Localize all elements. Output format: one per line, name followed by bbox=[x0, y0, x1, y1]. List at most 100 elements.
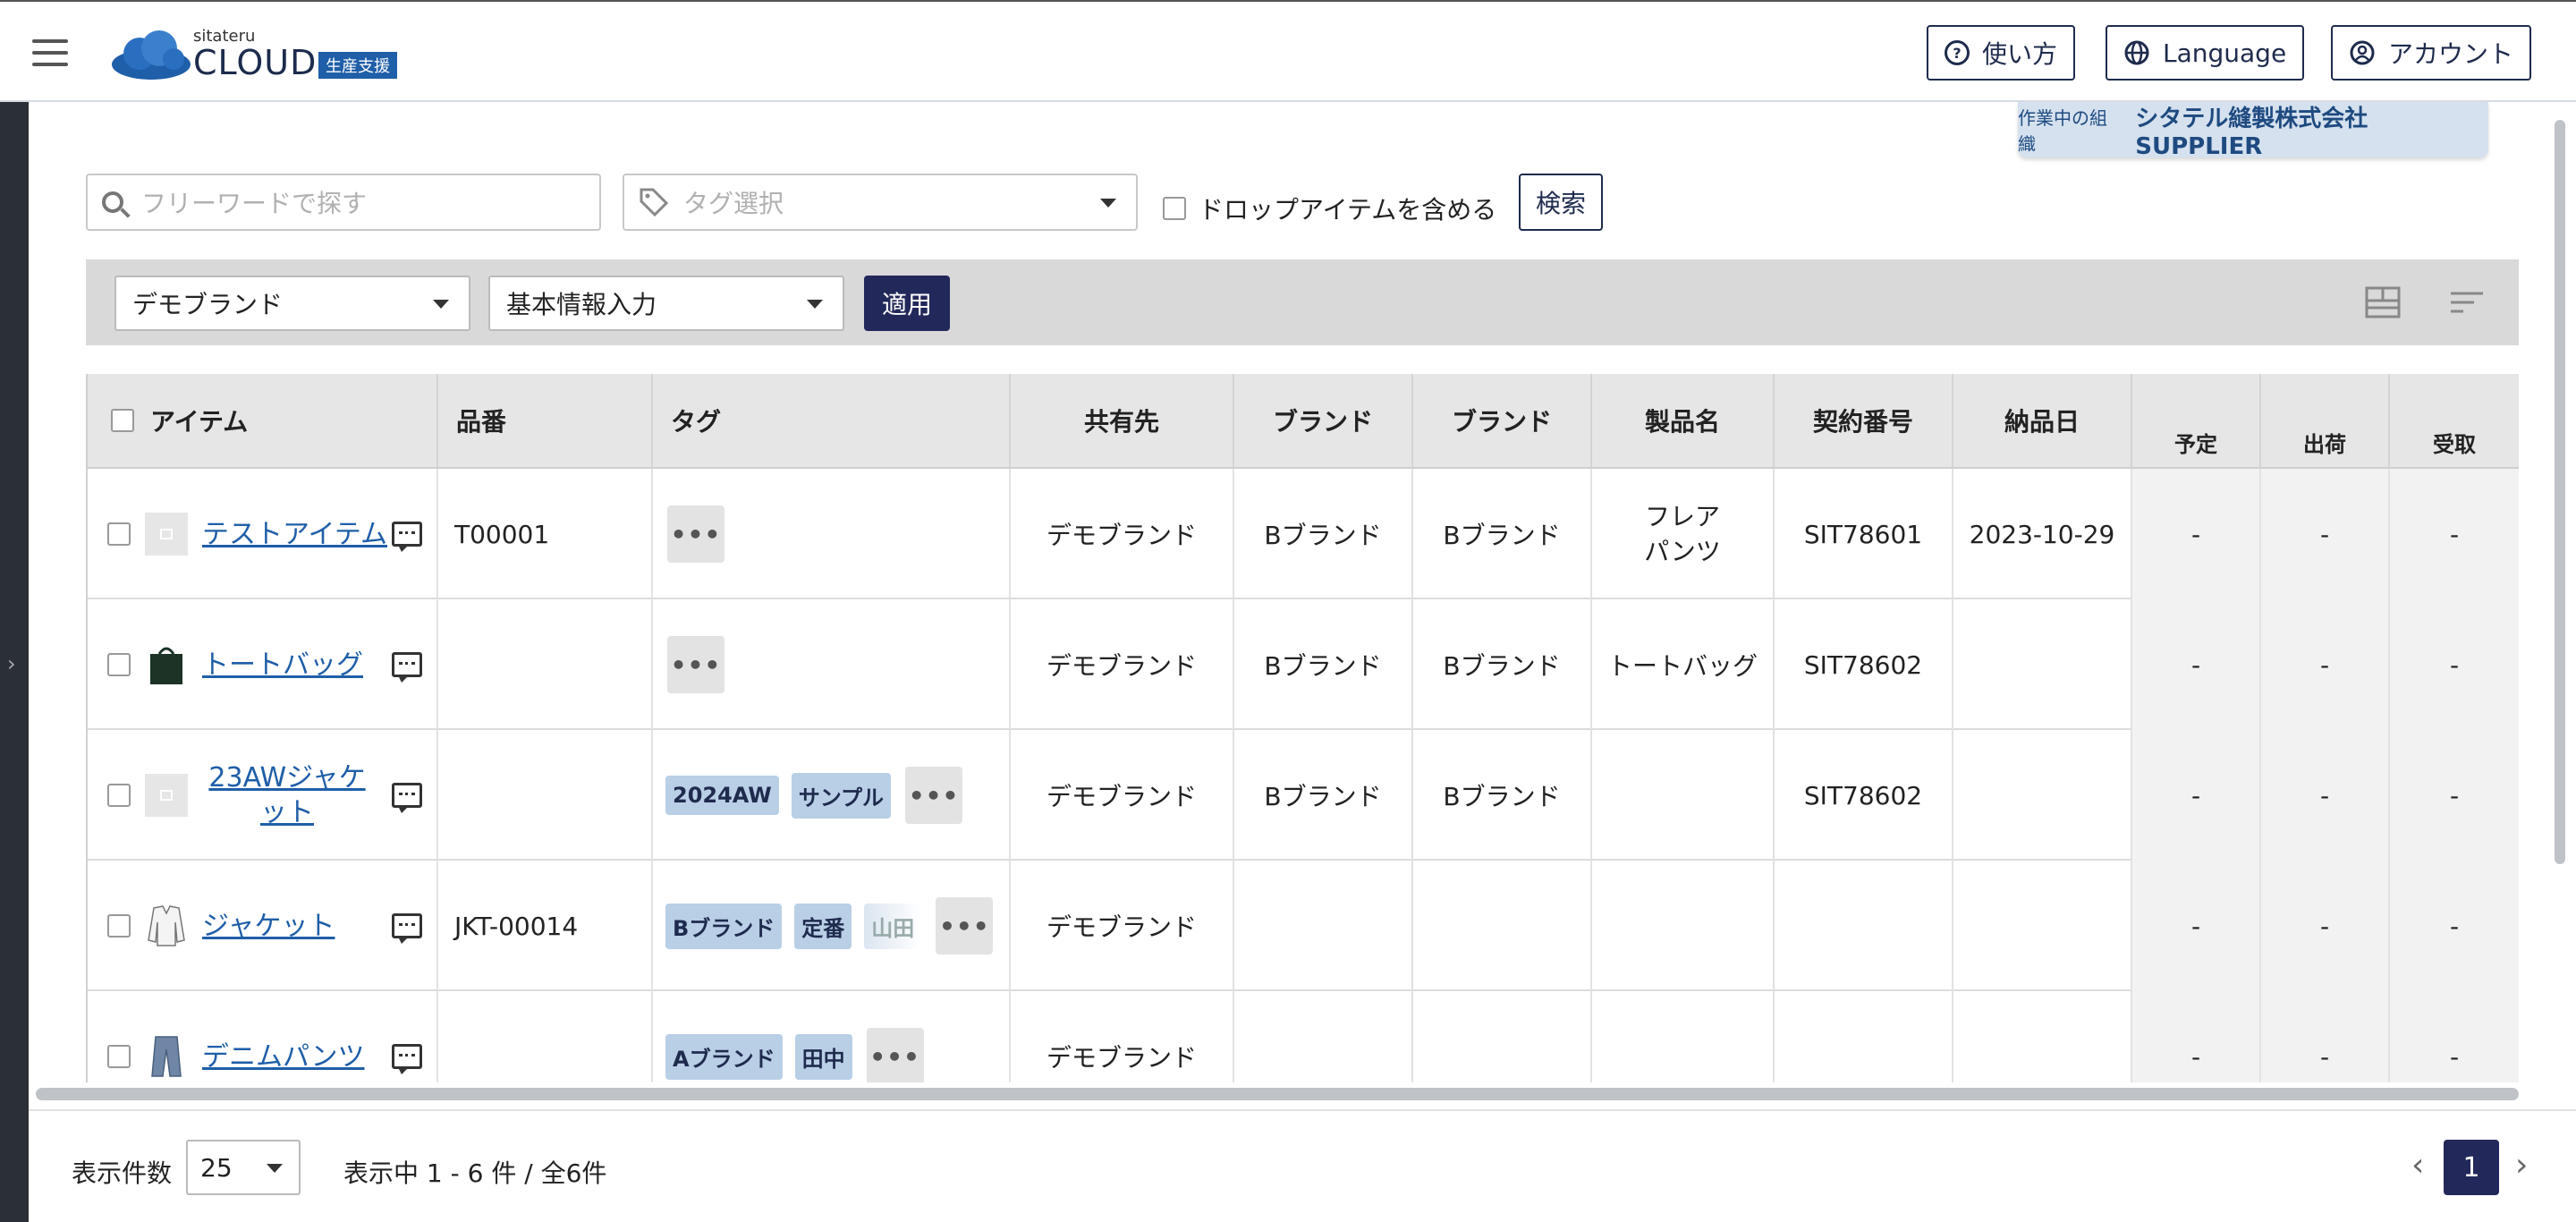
menu-icon[interactable] bbox=[32, 39, 68, 66]
shared-cell: デモブランド bbox=[1011, 991, 1234, 1082]
column-header-contract-no[interactable]: 契約番号 bbox=[1775, 374, 1953, 469]
help-button[interactable]: ? 使い方 bbox=[1927, 25, 2076, 81]
item-link[interactable]: ジャケット bbox=[202, 909, 335, 944]
more-tags-button[interactable]: ••• bbox=[667, 636, 724, 693]
column-header-shared[interactable]: 共有先 bbox=[1011, 374, 1234, 469]
tag-chip[interactable]: 山田 bbox=[864, 903, 922, 949]
row-checkbox[interactable] bbox=[107, 522, 131, 546]
tag-chip[interactable]: 2024AW bbox=[665, 776, 779, 815]
pagination-footer: 表示件数 25 表示中 1 - 6 件 / 全6件 ‹ 1 › bbox=[29, 1109, 2576, 1222]
vertical-scrollbar[interactable] bbox=[2555, 120, 2565, 864]
checkbox[interactable] bbox=[1163, 197, 1186, 220]
contract-no-cell: SIT78601 bbox=[1775, 469, 1953, 599]
chevron-down-icon bbox=[267, 1164, 283, 1173]
item-link[interactable]: デニムパンツ bbox=[202, 1040, 365, 1074]
page-size-value: 25 bbox=[200, 1152, 233, 1183]
column-header-part-no[interactable]: 品番 bbox=[438, 374, 653, 469]
tag-select[interactable]: タグ選択 bbox=[623, 174, 1138, 231]
delivery-date-cell bbox=[1953, 599, 2132, 730]
column-header-delivery-date[interactable]: 納品日 bbox=[1953, 374, 2132, 469]
page-button-current[interactable]: 1 bbox=[2444, 1140, 2499, 1195]
org-label: 作業中の組織 bbox=[2018, 107, 2107, 155]
account-button[interactable]: アカウント bbox=[2331, 25, 2532, 81]
tag-chip[interactable]: Aブランド bbox=[665, 1033, 783, 1080]
contract-no-cell bbox=[1775, 861, 1953, 991]
org-badge: 作業中の組織 シタテル縫製株式会社 SUPPLIER bbox=[2018, 102, 2488, 160]
tag-chip[interactable]: Bブランド bbox=[665, 903, 783, 949]
result-range: 表示中 1 - 6 件 / 全6件 bbox=[343, 1158, 607, 1188]
product-name-cell bbox=[1592, 730, 1775, 861]
side-drawer-handle[interactable]: › bbox=[0, 102, 29, 1222]
comment-icon[interactable] bbox=[392, 1044, 422, 1074]
planned-cell: - bbox=[2132, 861, 2261, 991]
logo[interactable]: sitateru CLOUD 生産支援 bbox=[111, 25, 415, 82]
column-header-shipping[interactable]: 出荷 bbox=[2261, 374, 2390, 469]
brand-cell: Bブランド bbox=[1234, 599, 1413, 730]
column-header-receiving[interactable]: 受取 bbox=[2390, 374, 2519, 469]
prev-page-icon[interactable]: ‹ bbox=[2411, 1147, 2424, 1184]
part-no-cell bbox=[438, 599, 653, 730]
chevron-down-icon bbox=[807, 300, 823, 309]
contract-no-cell: SIT78602 bbox=[1775, 730, 1953, 861]
more-tags-button[interactable]: ••• bbox=[866, 1028, 924, 1082]
select-all-checkbox[interactable] bbox=[111, 409, 134, 432]
receiving-cell: - bbox=[2390, 599, 2519, 730]
planned-cell: - bbox=[2132, 599, 2261, 730]
filter-bar: デモブランド 基本情報入力 適用 bbox=[86, 259, 2519, 345]
part-no-cell: JKT-00014 bbox=[438, 861, 653, 991]
include-drop-label: ドロップアイテムを含める bbox=[1199, 195, 1497, 225]
column-header-planned[interactable]: 予定 bbox=[2132, 374, 2261, 469]
brand-cell: Bブランド bbox=[1413, 599, 1592, 730]
item-link[interactable]: 23AWジャケット bbox=[202, 760, 372, 830]
part-no-cell bbox=[438, 730, 653, 861]
comment-icon[interactable] bbox=[392, 913, 422, 944]
contract-no-cell: SIT78602 bbox=[1775, 599, 1953, 730]
column-header-tags[interactable]: タグ bbox=[653, 374, 1011, 469]
tag-icon bbox=[640, 188, 669, 217]
language-label: Language bbox=[2163, 38, 2287, 68]
column-header-brand[interactable]: ブランド bbox=[1234, 374, 1413, 469]
step-select[interactable]: 基本情報入力 bbox=[488, 276, 844, 331]
tag-select-placeholder: タグ選択 bbox=[683, 189, 784, 218]
product-name-cell bbox=[1592, 861, 1775, 991]
row-checkbox[interactable] bbox=[107, 653, 131, 676]
table-row: デニムパンツ Aブランド 田中 ••• デモブランド - - - bbox=[88, 991, 2519, 1082]
comment-icon[interactable] bbox=[392, 522, 422, 552]
item-link[interactable]: トートバッグ bbox=[202, 648, 363, 683]
brand-cell: Bブランド bbox=[1234, 730, 1413, 861]
more-tags-button[interactable]: ••• bbox=[667, 505, 724, 563]
column-header-product-name[interactable]: 製品名 bbox=[1592, 374, 1775, 469]
receiving-cell: - bbox=[2390, 730, 2519, 861]
brand-select[interactable]: デモブランド bbox=[114, 276, 470, 331]
include-drop-checkbox[interactable]: ドロップアイテムを含める bbox=[1163, 191, 1496, 226]
comment-icon[interactable] bbox=[392, 783, 422, 813]
delivery-date-cell bbox=[1953, 730, 2132, 861]
apply-button[interactable]: 適用 bbox=[864, 276, 950, 331]
planned-cell: - bbox=[2132, 991, 2261, 1082]
row-checkbox[interactable] bbox=[107, 784, 131, 807]
page-size-select[interactable]: 25 bbox=[186, 1140, 301, 1195]
row-checkbox[interactable] bbox=[107, 1045, 131, 1068]
tag-chip[interactable]: サンプル bbox=[791, 772, 892, 819]
chevron-right-icon[interactable]: › bbox=[7, 651, 16, 676]
search-input[interactable]: フリーワードで探す bbox=[86, 174, 601, 231]
top-bar: sitateru CLOUD 生産支援 ? 使い方 Language アカウント bbox=[0, 0, 2576, 102]
part-no-cell bbox=[438, 991, 653, 1082]
tags-cell: ••• bbox=[653, 469, 1011, 599]
sort-icon[interactable] bbox=[2447, 284, 2487, 320]
horizontal-scrollbar[interactable] bbox=[36, 1088, 2519, 1100]
product-name-cell bbox=[1592, 991, 1775, 1082]
column-settings-icon[interactable] bbox=[2363, 284, 2402, 320]
column-header-brand[interactable]: ブランド bbox=[1413, 374, 1592, 469]
row-checkbox[interactable] bbox=[107, 914, 131, 938]
next-page-icon[interactable]: › bbox=[2515, 1147, 2528, 1184]
tag-chip[interactable]: 定番 bbox=[794, 903, 852, 949]
item-link[interactable]: テストアイテム bbox=[202, 517, 387, 552]
comment-icon[interactable] bbox=[392, 652, 422, 683]
more-tags-button[interactable]: ••• bbox=[905, 767, 963, 824]
search-button[interactable]: 検索 bbox=[1519, 174, 1603, 231]
column-header-item[interactable]: アイテム bbox=[88, 374, 438, 469]
tag-chip[interactable]: 田中 bbox=[794, 1033, 852, 1080]
more-tags-button[interactable]: ••• bbox=[936, 897, 994, 955]
language-button[interactable]: Language bbox=[2106, 25, 2305, 81]
